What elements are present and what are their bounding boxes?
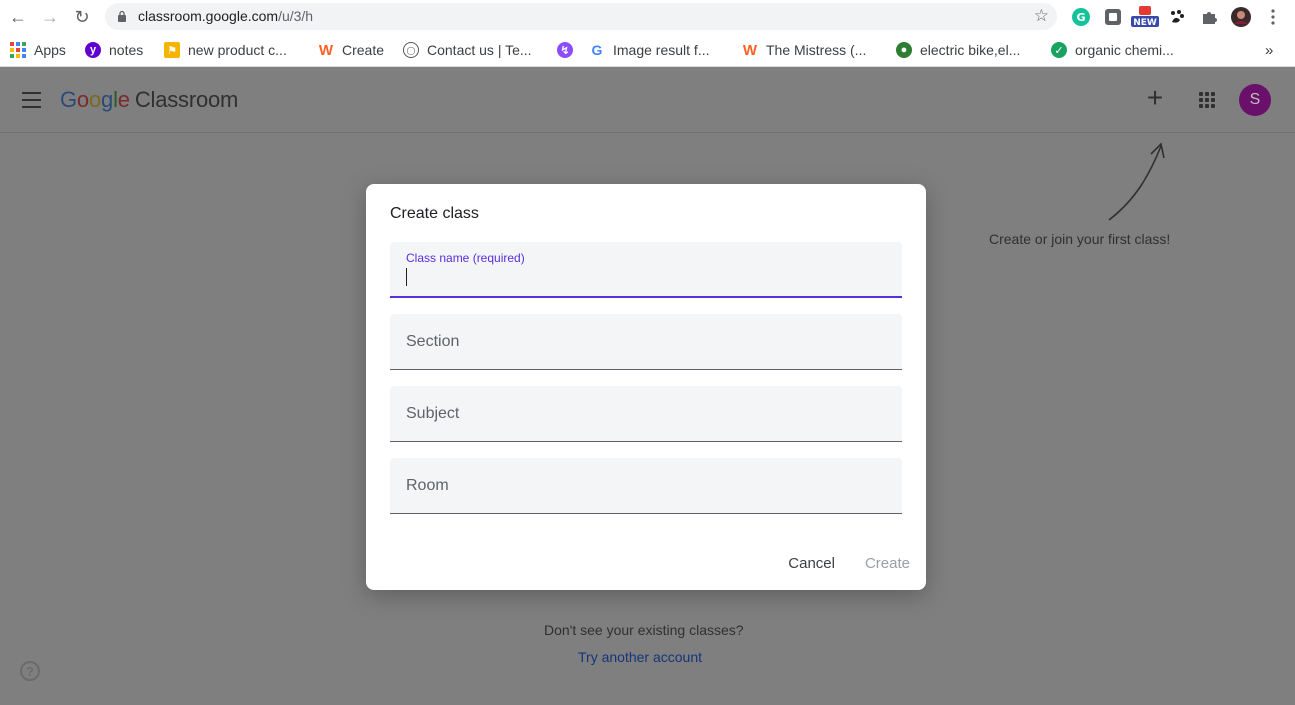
bookmark-label: Image result f... [613, 42, 710, 58]
main-menu-icon[interactable] [22, 92, 41, 108]
bookmark-star-icon[interactable]: ☆ [1034, 6, 1049, 26]
bookmark-new-product[interactable]: ⚑ new product c... [164, 40, 287, 60]
room-label: Room [406, 477, 449, 494]
bookmark-label: electric bike,el... [920, 42, 1021, 58]
existing-classes-question: Don't see your existing classes? [544, 622, 744, 638]
create-or-join-class-plus-icon[interactable]: + [1143, 84, 1167, 112]
bookmark-label: organic chemi... [1075, 42, 1174, 58]
svg-text:G: G [1076, 11, 1085, 24]
bookmark-notes[interactable]: y notes [85, 40, 143, 60]
google-icon: G [591, 42, 603, 58]
grammarly-icon[interactable]: G [1071, 7, 1091, 27]
cancel-button[interactable]: Cancel [788, 555, 835, 572]
yahoo-icon: y [85, 42, 101, 58]
messenger-icon: ↯ [557, 42, 573, 58]
wattpad-icon: W [318, 41, 334, 59]
bookmark-organic-chemistry[interactable]: ✓ organic chemi... [1051, 40, 1174, 60]
browser-toolbar: ← → ↻ classroom.google.com/u/3/h ☆ G NEW [0, 0, 1295, 34]
bookmark-the-mistress[interactable]: W The Mistress (... [742, 40, 866, 60]
reload-icon[interactable]: ↻ [71, 6, 93, 28]
text-caret [406, 268, 407, 286]
bookmark-create[interactable]: W Create [318, 40, 384, 60]
subject-field[interactable]: Subject [390, 386, 902, 442]
dialog-actions: Cancel Create [788, 555, 910, 572]
forward-arrow-icon[interactable]: → [39, 6, 61, 28]
bookmark-contact-us[interactable]: ◯ Contact us | Te... [403, 40, 532, 60]
bookmark-label: notes [109, 42, 144, 58]
dialog-title: Create class [390, 205, 479, 222]
section-label: Section [406, 333, 460, 350]
bookmark-apps[interactable]: Apps [10, 40, 66, 60]
bookmark-label: new product c... [188, 42, 287, 58]
bookmark-electric-bike[interactable]: ● electric bike,el... [896, 40, 1020, 60]
bookmark-messenger[interactable]: ↯ [557, 40, 581, 60]
bookmark-label: Apps [34, 42, 66, 58]
class-name-field[interactable]: Class name (required) [390, 242, 902, 298]
back-arrow-icon[interactable]: ← [7, 6, 29, 28]
browser-menu-icon[interactable] [1263, 7, 1283, 27]
try-another-account-link[interactable]: Try another account [578, 649, 702, 665]
shield-check-icon: ✓ [1051, 42, 1067, 58]
subject-label: Subject [406, 405, 460, 422]
bookmarks-bar: Apps y notes ⚑ new product c... W Create… [0, 34, 1295, 67]
paw-extension-icon[interactable] [1167, 7, 1187, 27]
address-bar[interactable]: classroom.google.com/u/3/h ☆ [105, 3, 1057, 30]
url-text: classroom.google.com/u/3/h [138, 8, 314, 24]
create-join-hint: Create or join your first class! [989, 231, 1171, 247]
lock-icon [118, 10, 126, 22]
extension-square-icon[interactable] [1103, 7, 1123, 27]
section-field[interactable]: Section [390, 314, 902, 370]
puzzle-extensions-icon[interactable] [1199, 7, 1219, 27]
google-apps-icon[interactable] [1199, 92, 1215, 108]
flag-icon: ⚑ [164, 42, 180, 58]
class-name-label: Class name (required) [406, 251, 525, 265]
bookmark-label: Create [342, 42, 385, 58]
new-badge-extension-icon[interactable]: NEW [1131, 6, 1159, 28]
hint-arrow-icon [1108, 142, 1165, 221]
apps-grid-icon [10, 42, 26, 58]
google-classroom-logo[interactable]: Google Classroom [60, 87, 238, 113]
wattpad-icon: W [742, 41, 758, 59]
classroom-header: Google Classroom + [0, 68, 1295, 133]
create-button[interactable]: Create [865, 555, 910, 572]
help-icon[interactable]: ? [20, 661, 40, 681]
bookmark-label: The Mistress (... [766, 42, 867, 58]
account-avatar[interactable]: S [1239, 84, 1271, 116]
bookmark-label: Contact us | Te... [427, 42, 532, 58]
profile-avatar-icon[interactable] [1231, 7, 1251, 27]
svg-text:NEW: NEW [1133, 18, 1157, 28]
create-class-dialog: Create class Class name (required) Secti… [366, 184, 926, 590]
toyota-icon: ◯ [403, 42, 419, 58]
more-bookmarks-chevron-icon[interactable]: » [1265, 40, 1273, 60]
room-field[interactable]: Room [390, 458, 902, 514]
globe-icon: ● [896, 42, 912, 58]
bookmark-image-result[interactable]: G Image result f... [589, 40, 710, 60]
